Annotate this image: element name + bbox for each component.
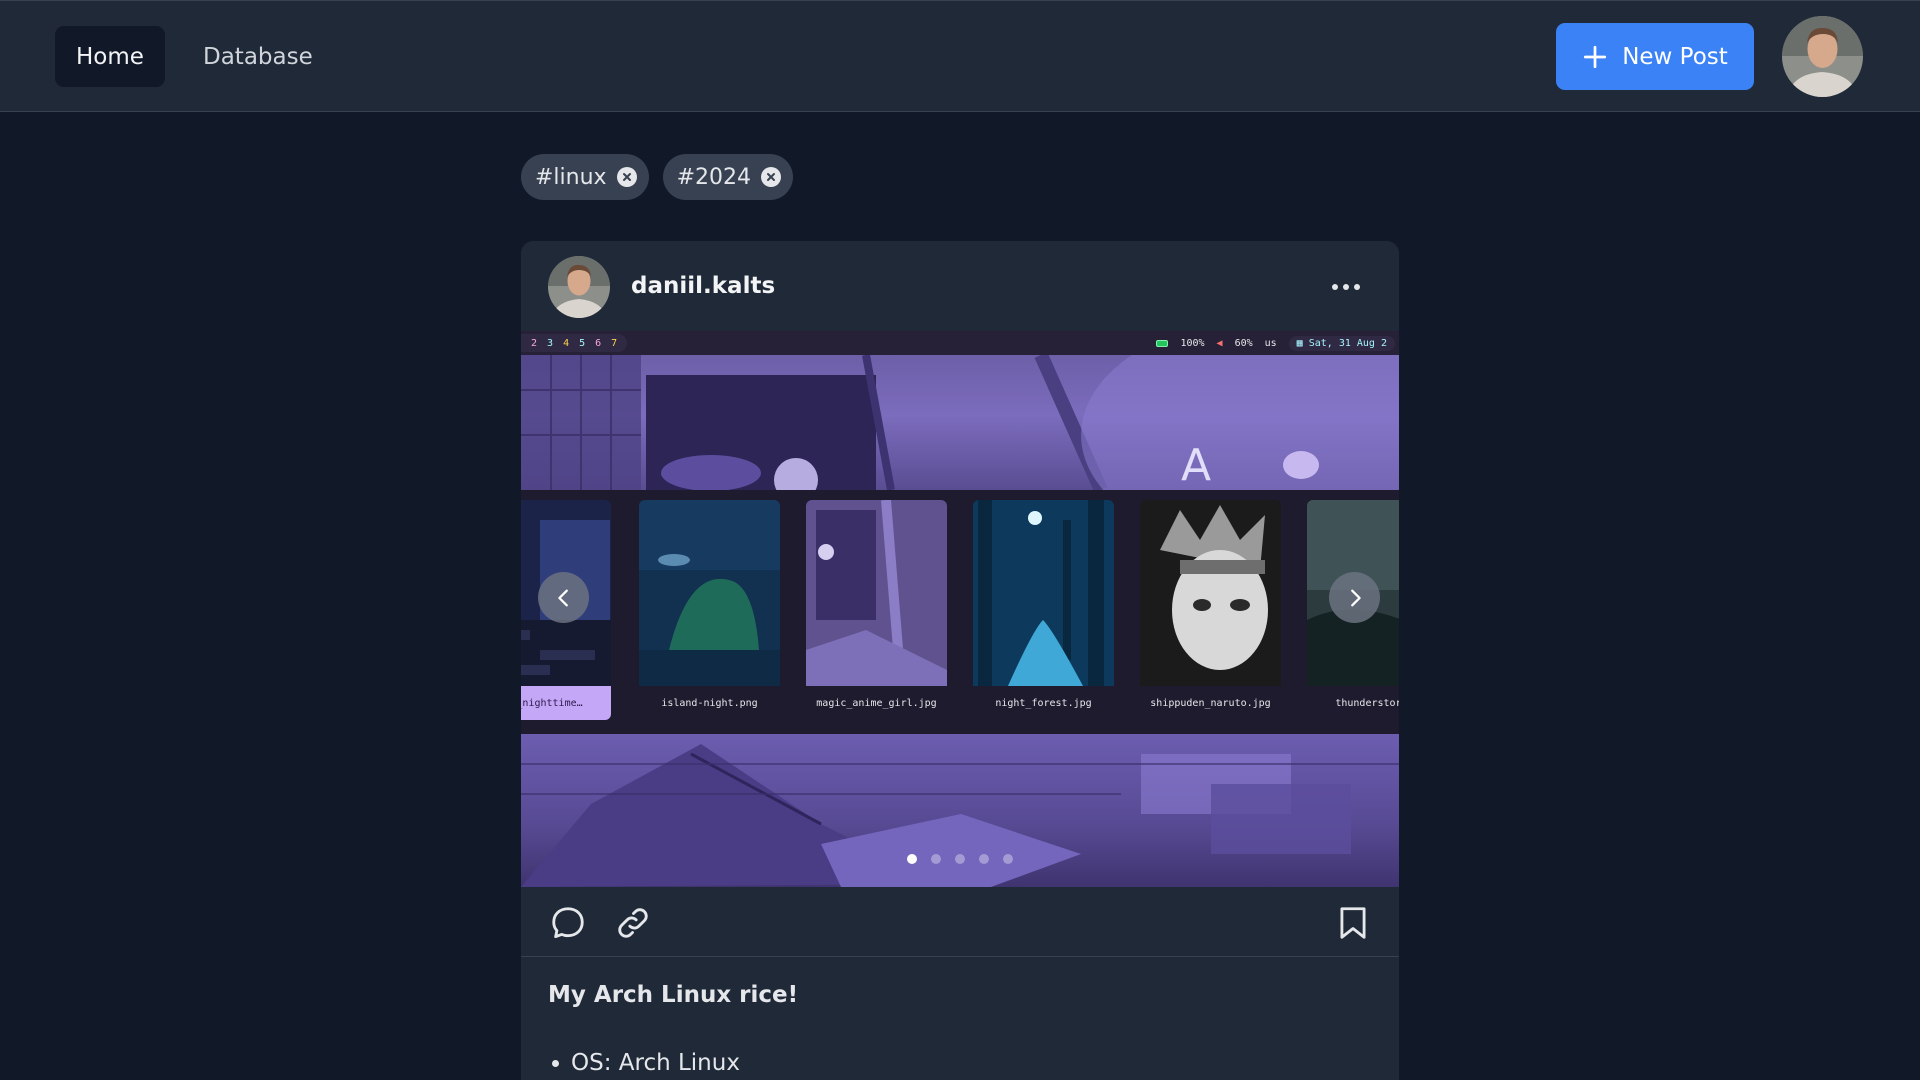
- author-username[interactable]: daniil.kalts: [631, 273, 775, 299]
- carousel-dots: [521, 854, 1399, 864]
- new-post-label: New Post: [1622, 43, 1728, 70]
- wallpaper-top: A: [521, 331, 1399, 555]
- carousel-dot[interactable]: [931, 854, 941, 864]
- post-image-carousel[interactable]: 234567 100% ◀ 60% us ▦ Sat, 31 Aug 2 A n…: [521, 331, 1399, 887]
- chevron-left-icon: [557, 589, 568, 606]
- workspace-number: 4: [563, 337, 570, 349]
- svg-text:A: A: [1181, 440, 1211, 490]
- avatar-image: [548, 256, 610, 318]
- keyboard-layout: us: [1264, 337, 1277, 349]
- thumbnail-label: night_forest.jpg: [995, 697, 1092, 709]
- more-horizontal-icon: [1332, 284, 1360, 290]
- close-circle-icon[interactable]: [761, 167, 781, 187]
- thumbnail-label: oom_nighttime…: [521, 686, 611, 720]
- user-avatar[interactable]: [1782, 16, 1863, 97]
- thumbnail-island-night: island-night.png: [639, 500, 780, 720]
- thumbnail-label: thunderstorm-s: [1335, 697, 1399, 709]
- thumbnail-night-forest: night_forest.jpg: [973, 500, 1114, 720]
- volume-icon: ◀: [1216, 337, 1223, 349]
- tag-chip-label: #2024: [676, 164, 751, 190]
- thumbnail-image: [1140, 500, 1281, 686]
- list-item: OS: Arch Linux: [548, 1047, 740, 1079]
- avatar-image: [1782, 16, 1863, 97]
- workspace-list: 234567: [521, 334, 628, 352]
- wallpaper-picker-strip: oom_nighttime… island-night.png: [521, 490, 1399, 734]
- system-tray: 100% ◀ 60% us ▦ Sat, 31 Aug 2: [1156, 335, 1399, 351]
- link-icon: [618, 908, 648, 938]
- date-text: Sat, 31 Aug 2: [1308, 337, 1387, 349]
- plus-icon: [1584, 45, 1607, 68]
- workspace-number: 7: [611, 337, 618, 349]
- tag-chip-label: #linux: [535, 164, 607, 190]
- carousel-next-button[interactable]: [1329, 572, 1380, 623]
- nav-database[interactable]: Database: [182, 26, 334, 87]
- carousel-dot[interactable]: [979, 854, 989, 864]
- bookmark-button[interactable]: [1333, 903, 1373, 943]
- thumbnail-shippuden-naruto: shippuden_naruto.jpg: [1140, 500, 1281, 720]
- thumbnail-label: shippuden_naruto.jpg: [1150, 697, 1271, 709]
- carousel-dot[interactable]: [907, 854, 917, 864]
- volume-level: 60%: [1234, 337, 1253, 349]
- tag-chip-2024[interactable]: #2024: [662, 154, 793, 200]
- post-spec-list: OS: Arch Linux: [548, 1047, 740, 1079]
- tag-filters: #linux #2024: [521, 154, 793, 200]
- thumbnail-image: [973, 500, 1114, 686]
- new-post-button[interactable]: New Post: [1556, 23, 1754, 90]
- post-actions: [521, 887, 1399, 957]
- battery-level: 100%: [1180, 337, 1205, 349]
- thumbnail-magic-anime-girl: magic_anime_girl.jpg: [806, 500, 947, 720]
- workspace-number: 6: [595, 337, 602, 349]
- thumbnail-image: [639, 500, 780, 686]
- screenshot-status-bar: 234567 100% ◀ 60% us ▦ Sat, 31 Aug 2: [521, 331, 1399, 355]
- copy-link-button[interactable]: [613, 903, 653, 943]
- top-navigation: Home Database New Post: [0, 0, 1920, 112]
- carousel-dot[interactable]: [955, 854, 965, 864]
- spec-text: OS: Arch Linux: [571, 1050, 740, 1076]
- workspace-number: 5: [579, 337, 586, 349]
- nav-home[interactable]: Home: [55, 26, 165, 87]
- thumbnail-label: magic_anime_girl.jpg: [816, 697, 937, 709]
- thumbnail-label: island-night.png: [661, 697, 758, 709]
- carousel-prev-button[interactable]: [538, 572, 589, 623]
- chevron-right-icon: [1350, 589, 1361, 606]
- post-title: My Arch Linux rice!: [548, 982, 799, 1008]
- tag-chip-linux[interactable]: #linux: [521, 154, 649, 200]
- post-header: daniil.kalts: [521, 241, 1399, 331]
- author-avatar[interactable]: [548, 256, 610, 318]
- post-card: daniil.kalts 234567 100% ◀ 60% us ▦ Sat,…: [521, 241, 1399, 1080]
- comment-button[interactable]: [548, 903, 588, 943]
- bookmark-icon: [1340, 907, 1366, 939]
- wallpaper-bottom: [521, 734, 1399, 887]
- comment-icon: [552, 907, 584, 939]
- status-date: ▦ Sat, 31 Aug 2: [1288, 335, 1395, 351]
- more-options-button[interactable]: [1326, 267, 1366, 307]
- thumbnail-image: [806, 500, 947, 686]
- workspace-number: 3: [547, 337, 554, 349]
- battery-icon: [1156, 339, 1169, 347]
- workspace-number: 2: [531, 337, 538, 349]
- carousel-dot[interactable]: [1003, 854, 1013, 864]
- close-circle-icon[interactable]: [616, 167, 637, 187]
